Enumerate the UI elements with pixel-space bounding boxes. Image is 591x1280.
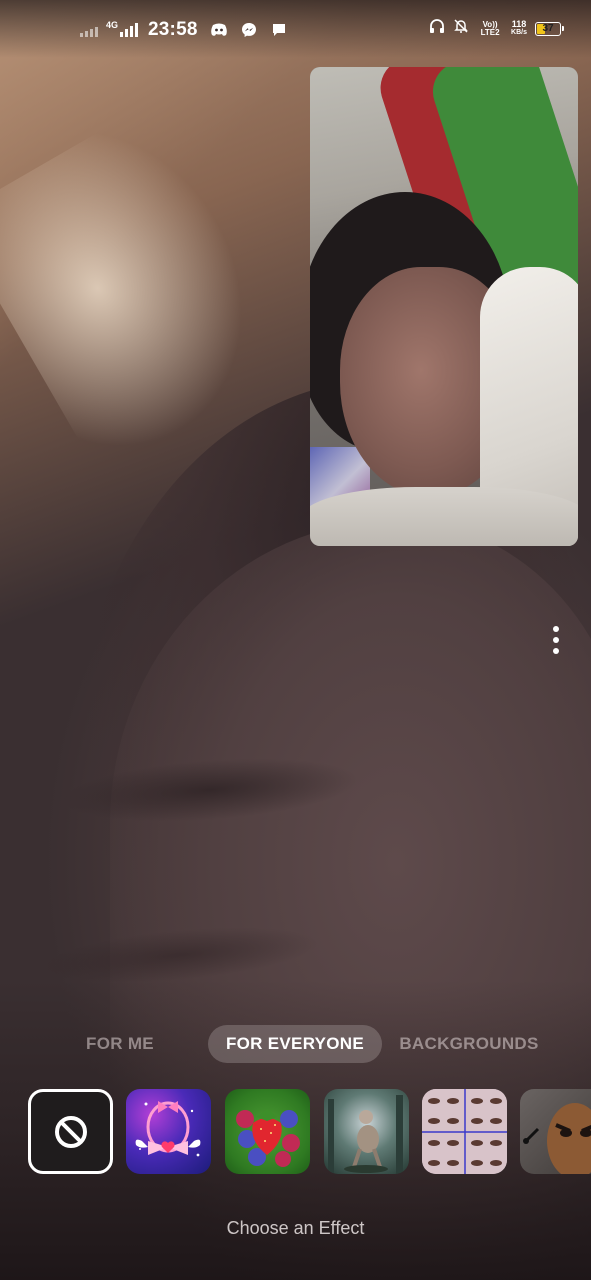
no-effect-button[interactable] <box>28 1089 113 1174</box>
more-vertical-icon[interactable] <box>546 624 566 656</box>
berries-effect-button[interactable] <box>225 1089 310 1174</box>
bow-heart-icon <box>135 1101 201 1157</box>
signal-weak-icon <box>80 23 98 37</box>
messenger-icon <box>240 21 258 39</box>
choose-effect-caption: Choose an Effect <box>226 1218 365 1238</box>
tab-backgrounds[interactable]: BACKGROUNDS <box>396 1025 542 1063</box>
tab-for-me[interactable]: FOR ME <box>70 1025 170 1063</box>
creature-icon <box>328 1095 403 1174</box>
status-bar: 4G 23:58 Vo)) LTE2 118 KB/s 37 <box>0 0 591 58</box>
mute-bell-icon <box>453 18 469 39</box>
battery-icon: 37 <box>535 21 564 36</box>
headphones-icon <box>429 18 445 39</box>
effects-carousel[interactable] <box>0 1089 591 1175</box>
status-bar-left: 4G 23:58 <box>80 19 288 41</box>
signal-4g-icon <box>120 23 139 37</box>
discord-icon <box>210 21 228 39</box>
forest-creature-effect-button[interactable] <box>324 1089 409 1174</box>
effect-tabs: FOR ME FOR EVERYONE BACKGROUNDS <box>0 1025 591 1063</box>
volte-icon: Vo)) LTE2 <box>480 19 500 37</box>
remote-video-pip[interactable] <box>310 67 578 546</box>
eyes-grid-effect-button[interactable] <box>422 1089 507 1174</box>
network-speed-unit: KB/s <box>511 29 527 36</box>
message-icon <box>270 21 288 39</box>
clock: 23:58 <box>148 19 198 40</box>
tab-for-everyone[interactable]: FOR EVERYONE <box>208 1025 382 1063</box>
network-speed-icon: 118 KB/s <box>511 20 527 37</box>
block-icon <box>54 1115 87 1148</box>
pip-blanket <box>310 487 578 546</box>
status-bar-right: Vo)) LTE2 118 KB/s 37 <box>429 18 564 39</box>
network-type: 4G <box>106 19 119 30</box>
video-call-screen: 4G 23:58 Vo)) LTE2 118 KB/s 37 FOR ME FO… <box>0 0 591 1280</box>
bean-character-icon <box>523 1103 591 1174</box>
pink-bow-effect-button[interactable] <box>126 1089 211 1174</box>
battery-level: 37 <box>542 23 554 34</box>
strawberry-icon <box>236 1109 300 1167</box>
bean-character-effect-button[interactable] <box>520 1089 591 1174</box>
eyes-grid-icon <box>422 1089 507 1174</box>
network-speed-value: 118 <box>511 19 527 29</box>
